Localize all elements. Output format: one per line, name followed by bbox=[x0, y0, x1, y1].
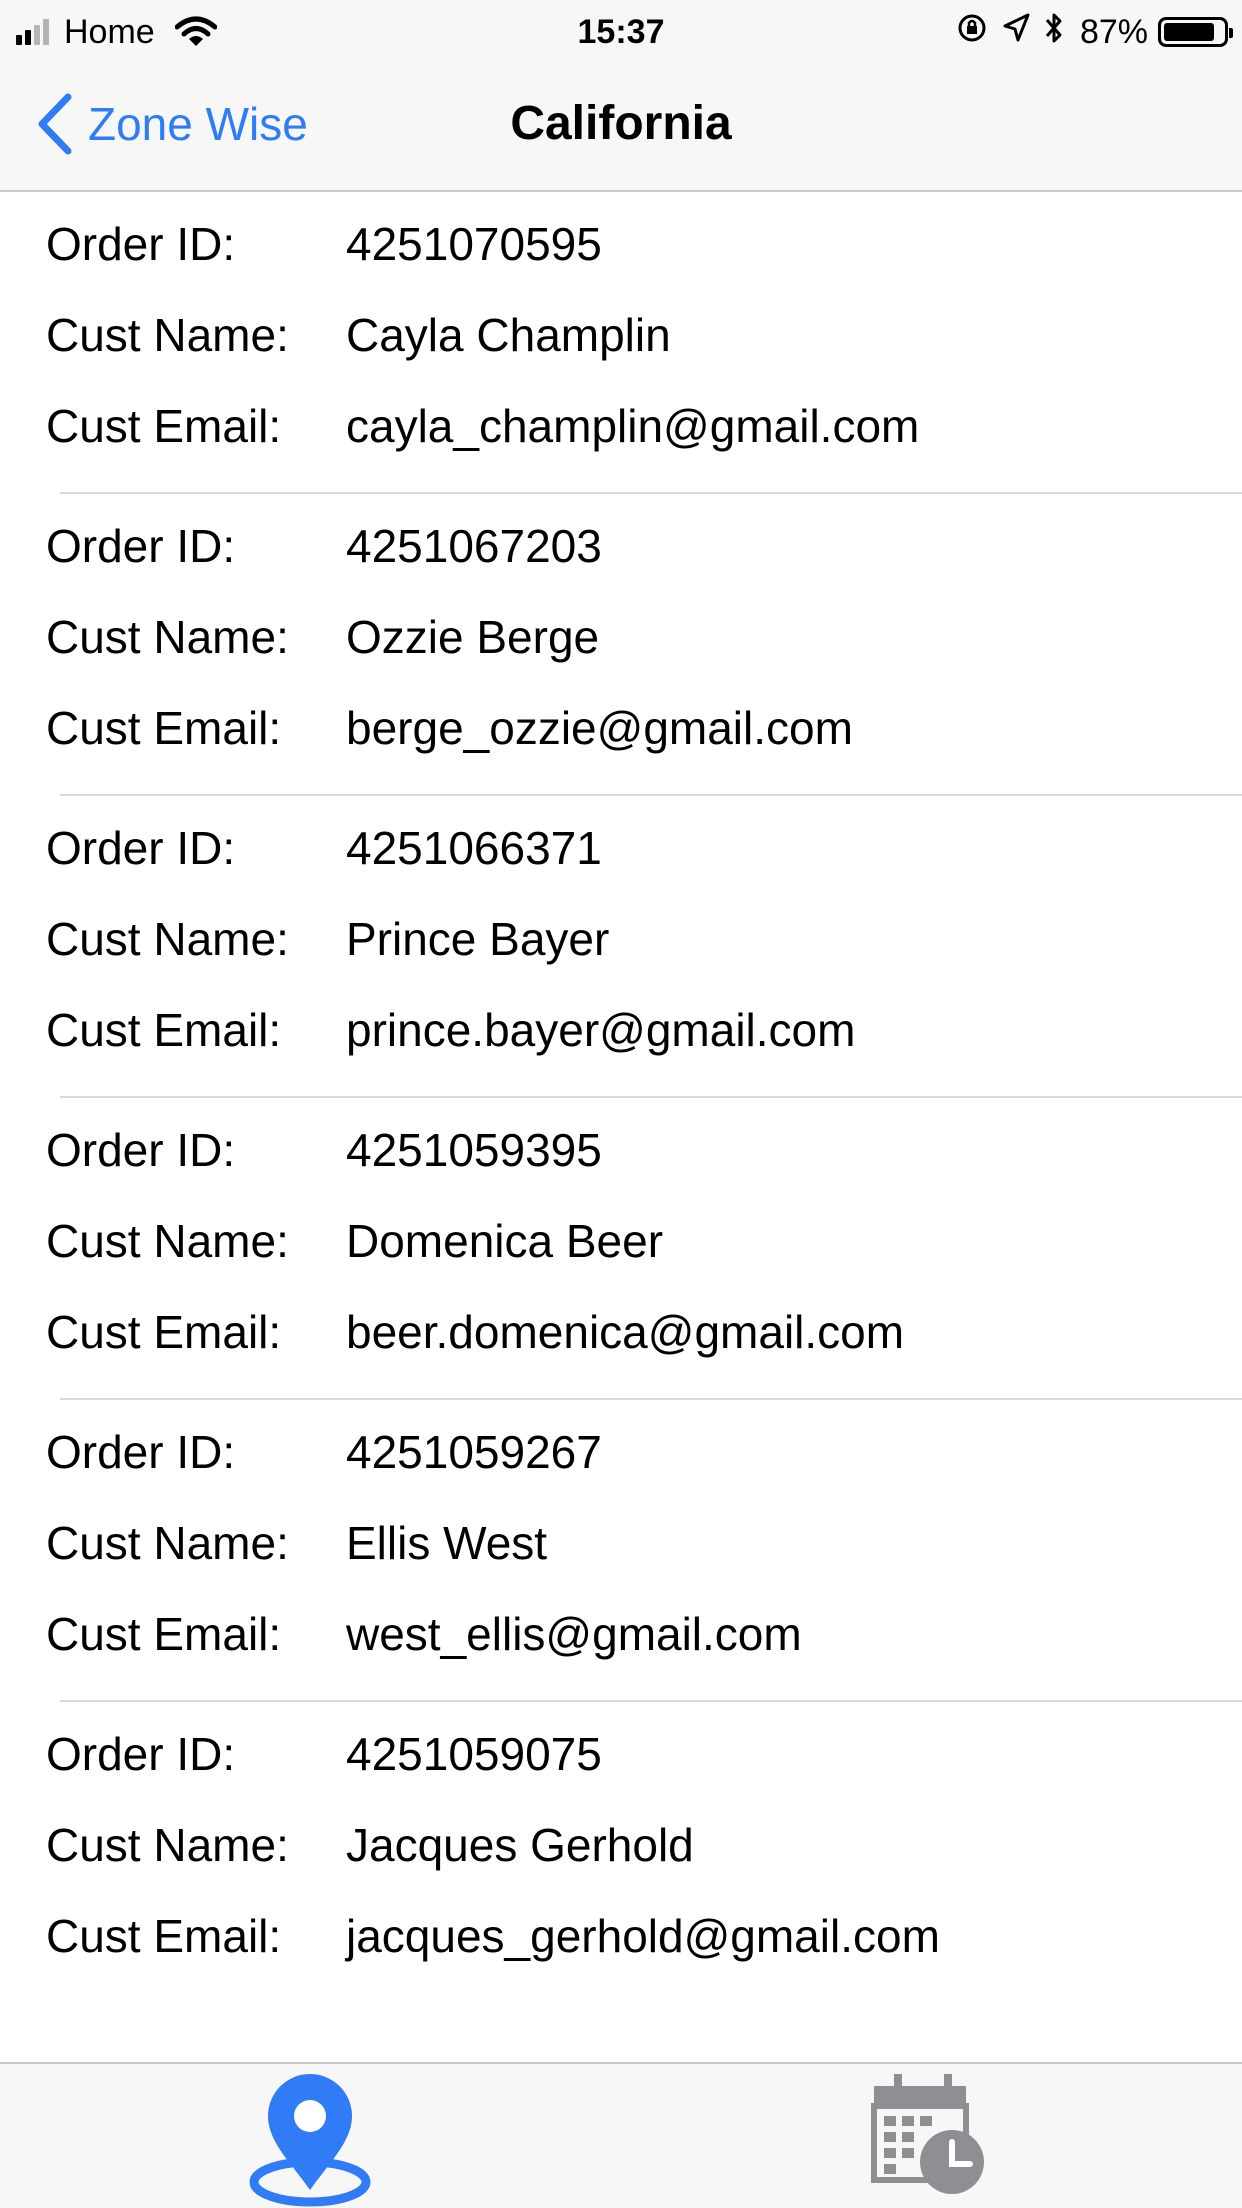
map-pin-icon bbox=[249, 2074, 371, 2207]
order-id-label: Order ID: bbox=[46, 218, 236, 270]
orientation-lock-icon bbox=[956, 12, 988, 53]
cust-name-line: Cust Name: Prince Bayer bbox=[46, 909, 609, 969]
battery-percent: 87% bbox=[1079, 12, 1148, 51]
battery-icon bbox=[1158, 17, 1233, 47]
order-row[interactable]: Order ID: 4251067203 Cust Name: Ozzie Berg… bbox=[46, 494, 1242, 796]
cust-name-label: Cust Name: bbox=[46, 1215, 289, 1267]
order-id-line: Order ID: 4251070595 bbox=[46, 214, 602, 274]
cust-name-value: Cayla Champlin bbox=[346, 309, 671, 361]
order-row[interactable]: Order ID: 4251066371 Cust Name: Prince Bay… bbox=[46, 796, 1242, 1098]
page-title: California bbox=[510, 97, 732, 150]
cust-email-value: prince.bayer@gmail.com bbox=[346, 1004, 856, 1056]
cust-name-line: Cust Name: Cayla Champlin bbox=[46, 305, 671, 365]
cust-name-line: Cust Name: Ozzie Berge bbox=[46, 607, 599, 667]
cust-email-value: beer.domenica@gmail.com bbox=[346, 1306, 905, 1358]
tab-schedule[interactable] bbox=[840, 2064, 1020, 2208]
cust-email-value: west_ellis@gmail.com bbox=[346, 1608, 802, 1660]
cust-email-label: Cust Email: bbox=[46, 1306, 282, 1358]
order-id-value: 4251059075 bbox=[346, 1728, 602, 1780]
order-id-value: 4251070595 bbox=[346, 218, 602, 270]
cust-name-line: Cust Name: Jacques Gerhold bbox=[46, 1815, 694, 1875]
cust-name-label: Cust Name: bbox=[46, 913, 289, 965]
cust-email-line: Cust Email: prince.bayer@gmail.com bbox=[46, 1000, 855, 1060]
order-id-label: Order ID: bbox=[46, 1728, 236, 1780]
tab-bar bbox=[0, 2062, 1242, 2208]
cust-email-line: Cust Email: cayla_champlin@gmail.com bbox=[46, 396, 919, 456]
cust-name-value: Ozzie Berge bbox=[346, 611, 600, 663]
status-bar: Home 15:37 87% bbox=[0, 0, 1242, 60]
cust-name-value: Domenica Beer bbox=[346, 1215, 664, 1267]
cust-name-line: Cust Name: Domenica Beer bbox=[46, 1211, 663, 1271]
order-id-value: 4251059395 bbox=[346, 1124, 602, 1176]
order-list[interactable]: Order ID: 4251070595 Cust Name: Cayla Cham… bbox=[0, 192, 1242, 2062]
status-right: 87% bbox=[942, 10, 1233, 54]
cust-email-value: berge_ozzie@gmail.com bbox=[346, 702, 853, 754]
tab-zones[interactable] bbox=[220, 2064, 400, 2208]
bluetooth-icon bbox=[1044, 11, 1064, 54]
cust-name-label: Cust Name: bbox=[46, 611, 289, 663]
cust-name-label: Cust Name: bbox=[46, 1517, 289, 1569]
order-id-value: 4251066371 bbox=[346, 822, 602, 874]
order-id-label: Order ID: bbox=[46, 1426, 236, 1478]
cust-name-label: Cust Name: bbox=[46, 1819, 289, 1871]
order-id-value: 4251067203 bbox=[346, 520, 602, 572]
calendar-clock-icon bbox=[871, 2074, 984, 2194]
cust-email-label: Cust Email: bbox=[46, 1004, 282, 1056]
cust-name-value: Jacques Gerhold bbox=[346, 1819, 694, 1871]
cust-name-line: Cust Name: Ellis West bbox=[46, 1513, 547, 1573]
cust-name-value: Prince Bayer bbox=[346, 913, 610, 965]
cust-email-label: Cust Email: bbox=[46, 1608, 282, 1660]
order-id-label: Order ID: bbox=[46, 822, 236, 874]
cust-email-value: cayla_champlin@gmail.com bbox=[346, 400, 920, 452]
order-id-value: 4251059267 bbox=[346, 1426, 602, 1478]
cust-name-value: Ellis West bbox=[346, 1517, 548, 1569]
order-row[interactable]: Order ID: 4251070595 Cust Name: Cayla Cham… bbox=[46, 192, 1242, 494]
order-id-line: Order ID: 4251059267 bbox=[46, 1422, 602, 1482]
cust-email-label: Cust Email: bbox=[46, 702, 282, 754]
battery-level bbox=[1164, 23, 1215, 41]
order-id-line: Order ID: 4251059075 bbox=[46, 1724, 602, 1784]
cust-email-value: jacques_gerhold@gmail.com bbox=[346, 1910, 940, 1962]
cust-email-label: Cust Email: bbox=[46, 400, 282, 452]
cust-email-line: Cust Email: beer.domenica@gmail.com bbox=[46, 1302, 904, 1362]
order-id-line: Order ID: 4251067203 bbox=[46, 516, 602, 576]
order-row[interactable]: Order ID: 4251059267 Cust Name: Ellis West… bbox=[46, 1400, 1242, 1702]
location-arrow-icon bbox=[1002, 12, 1030, 53]
cust-name-label: Cust Name: bbox=[46, 309, 289, 361]
order-id-line: Order ID: 4251059395 bbox=[46, 1120, 602, 1180]
order-id-label: Order ID: bbox=[46, 520, 236, 572]
cust-email-label: Cust Email: bbox=[46, 1910, 282, 1962]
order-row[interactable]: Order ID: 4251059395 Cust Name: Domenica B… bbox=[46, 1098, 1242, 1400]
cust-email-line: Cust Email: west_ellis@gmail.com bbox=[46, 1604, 802, 1664]
navigation-bar: Zone Wise California bbox=[0, 60, 1242, 192]
cust-email-line: Cust Email: berge_ozzie@gmail.com bbox=[46, 698, 853, 758]
cust-email-line: Cust Email: jacques_gerhold@gmail.com bbox=[46, 1906, 940, 1966]
order-id-label: Order ID: bbox=[46, 1124, 236, 1176]
order-id-line: Order ID: 4251066371 bbox=[46, 818, 602, 878]
order-row[interactable]: Order ID: 4251059075 Cust Name: Jacques Ge… bbox=[46, 1702, 1242, 2004]
